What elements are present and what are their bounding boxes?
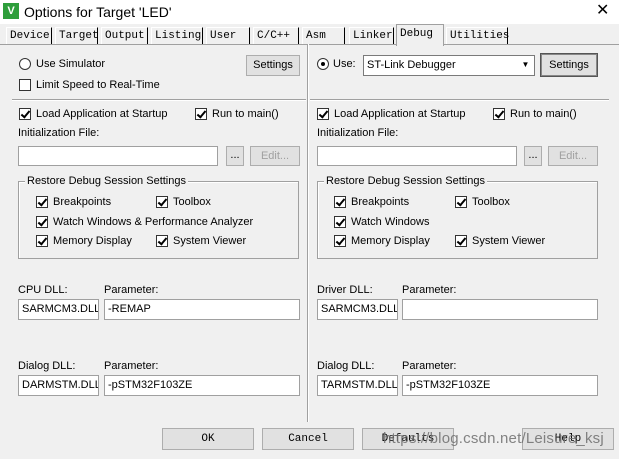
window-title: Options for Target 'LED' (24, 4, 172, 20)
tab-output[interactable]: Output (101, 27, 148, 45)
tab-utilities[interactable]: Utilities (446, 27, 509, 45)
right-load-app-checkbox[interactable] (317, 108, 329, 120)
left-memory-display-checkbox[interactable] (36, 235, 48, 247)
left-system-viewer-label: System Viewer (173, 235, 247, 247)
right-edit-button[interactable]: Edit... (548, 146, 598, 166)
tab-c-cpp[interactable]: C/C++ (253, 27, 299, 45)
watermark-text: https://blog.csdn.net/Leisure_ksj (383, 430, 604, 447)
left-separator (12, 99, 306, 101)
left-load-app-checkbox[interactable] (19, 108, 31, 120)
left-run-to-main-label: Run to main() (212, 108, 279, 120)
tab-device[interactable]: Device (6, 27, 52, 45)
right-separator (310, 99, 609, 101)
right-load-app-label: Load Application at Startup (334, 108, 466, 120)
use-simulator-radio[interactable] (19, 58, 31, 70)
left-watch-windows-checkbox[interactable] (36, 216, 48, 228)
cpu-dll-label: CPU DLL: (18, 284, 68, 296)
cpu-param-field[interactable]: -REMAP (104, 299, 300, 320)
tab-target[interactable]: Target (55, 27, 99, 45)
use-label: Use: (333, 58, 356, 70)
left-breakpoints-checkbox[interactable] (36, 196, 48, 208)
left-memory-display-label: Memory Display (53, 235, 132, 247)
left-toolbox-label: Toolbox (173, 196, 211, 208)
left-toolbox-checkbox[interactable] (156, 196, 168, 208)
driver-dll-label: Driver DLL: (317, 284, 373, 296)
cancel-button[interactable]: Cancel (262, 428, 354, 450)
simulator-settings-button[interactable]: Settings (246, 55, 300, 76)
tab-linker[interactable]: Linker (349, 27, 394, 45)
driver-param-field[interactable] (402, 299, 598, 320)
right-toolbox-label: Toolbox (472, 196, 510, 208)
right-dialog-param-label: Parameter: (402, 360, 457, 372)
right-dialog-dll-label: Dialog DLL: (317, 360, 375, 372)
right-dialog-dll-field[interactable]: TARMSTM.DLL (317, 375, 398, 396)
left-dialog-param-field[interactable]: -pSTM32F103ZE (104, 375, 300, 396)
tab-listing[interactable]: Listing (151, 27, 203, 45)
close-icon[interactable]: ✕ (596, 1, 609, 21)
column-divider (307, 44, 309, 422)
chevron-down-icon: ▼ (521, 60, 530, 69)
right-init-file-input[interactable] (317, 146, 517, 166)
right-system-viewer-checkbox[interactable] (455, 235, 467, 247)
left-browse-button[interactable]: ... (226, 146, 244, 166)
limit-speed-label: Limit Speed to Real-Time (36, 79, 160, 91)
cpu-dll-field[interactable]: SARMCM3.DLL (18, 299, 99, 320)
left-load-app-label: Load Application at Startup (36, 108, 168, 120)
tab-asm[interactable]: Asm (302, 27, 345, 45)
right-run-to-main-label: Run to main() (510, 108, 577, 120)
right-breakpoints-label: Breakpoints (351, 196, 410, 208)
right-browse-button[interactable]: ... (524, 146, 542, 166)
tab-strip: Device Target Output Listing User C/C++ … (0, 24, 619, 46)
left-edit-button[interactable]: Edit... (250, 146, 300, 166)
right-watch-windows-label: Watch Windows (351, 216, 430, 228)
tab-user[interactable]: User (206, 27, 250, 45)
left-dialog-dll-field[interactable]: DARMSTM.DLL (18, 375, 99, 396)
debugger-settings-button[interactable]: Settings (540, 53, 598, 77)
right-memory-display-checkbox[interactable] (334, 235, 346, 247)
right-init-file-label: Initialization File: (317, 127, 399, 139)
right-watch-windows-checkbox[interactable] (334, 216, 346, 228)
debugger-select[interactable]: ST-Link Debugger ▼ (363, 55, 535, 76)
left-watch-windows-label: Watch Windows & Performance Analyzer (53, 216, 254, 228)
right-system-viewer-label: System Viewer (472, 235, 546, 247)
tab-debug[interactable]: Debug (396, 24, 444, 46)
right-dialog-param-field[interactable]: -pSTM32F103ZE (402, 375, 598, 396)
right-memory-display-label: Memory Display (351, 235, 430, 247)
debugger-select-value: ST-Link Debugger (367, 59, 456, 71)
right-breakpoints-checkbox[interactable] (334, 196, 346, 208)
left-run-to-main-checkbox[interactable] (195, 108, 207, 120)
driver-dll-field[interactable]: SARMCM3.DLL (317, 299, 398, 320)
keil-app-icon: V (3, 3, 19, 19)
driver-param-label: Parameter: (402, 284, 457, 296)
cpu-param-label: Parameter: (104, 284, 159, 296)
left-breakpoints-label: Breakpoints (53, 196, 112, 208)
ok-button[interactable]: OK (162, 428, 254, 450)
use-debugger-radio[interactable] (317, 58, 329, 70)
limit-speed-checkbox[interactable] (19, 79, 31, 91)
left-init-file-input[interactable] (18, 146, 218, 166)
left-init-file-label: Initialization File: (18, 127, 100, 139)
right-toolbox-checkbox[interactable] (455, 196, 467, 208)
right-restore-title: Restore Debug Session Settings (324, 174, 487, 188)
right-run-to-main-checkbox[interactable] (493, 108, 505, 120)
left-restore-title: Restore Debug Session Settings (25, 174, 188, 188)
left-system-viewer-checkbox[interactable] (156, 235, 168, 247)
left-dialog-dll-label: Dialog DLL: (18, 360, 76, 372)
use-simulator-label: Use Simulator (36, 58, 106, 70)
left-dialog-param-label: Parameter: (104, 360, 159, 372)
title-bar: V Options for Target 'LED' ✕ (0, 0, 619, 24)
